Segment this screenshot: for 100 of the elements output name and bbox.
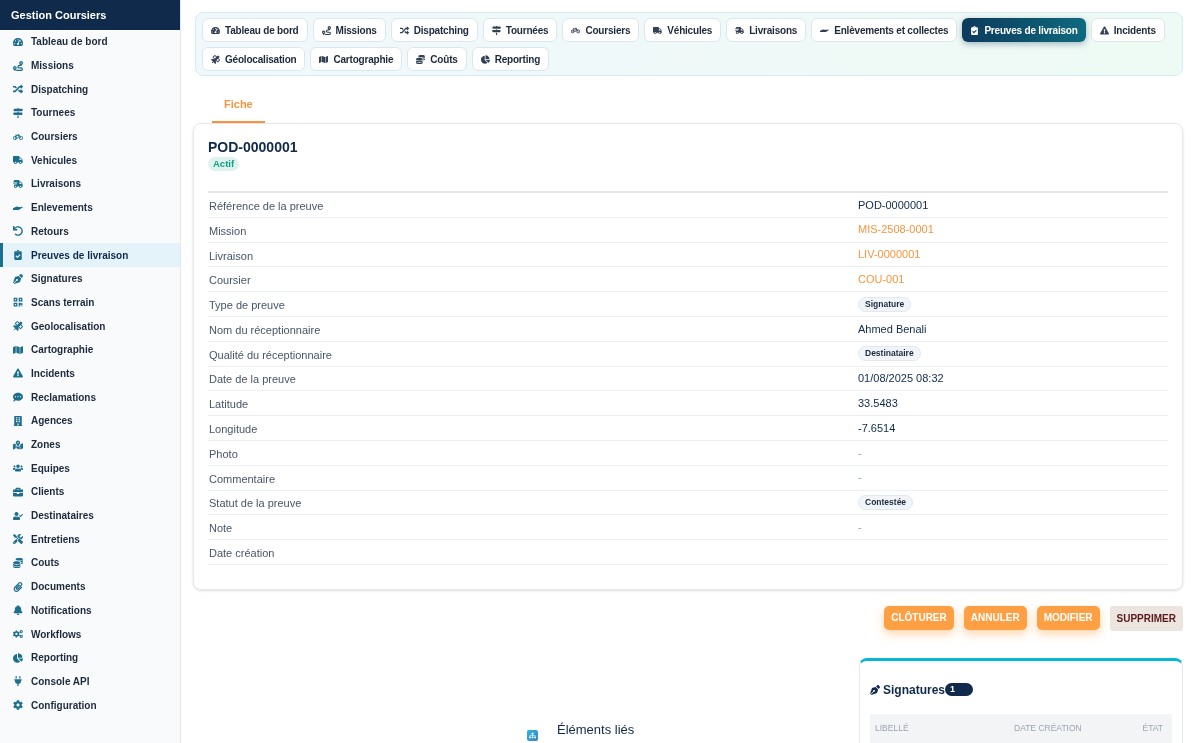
fast-truck-icon [735,25,745,35]
map-icon [13,344,23,355]
sidebar-item[interactable]: Zones [0,432,180,457]
sidebar-item[interactable]: Workflows [0,622,180,646]
sidebar-item[interactable]: Enlevements [0,195,180,220]
plug-icon [13,676,23,687]
module-tab[interactable]: Véhicules [644,18,722,42]
paperclip-icon [13,581,23,592]
sidebar-item[interactable]: Entretiens [0,527,180,552]
field-label: Référence de la preuve [209,199,324,212]
empty-value: - [858,445,862,461]
truck-icon [653,25,663,35]
field-value: POD-0000001 [858,197,929,213]
sidebar-item[interactable]: Signatures [0,266,180,291]
map-marker-icon [13,439,23,450]
route-icon [13,60,23,71]
coins-icon [13,557,23,568]
sidebar-item[interactable]: Geolocalisation [0,314,180,338]
sidebar-item[interactable]: Equipes [0,456,180,481]
field-value: -7.6514 [858,420,896,436]
column-header: ÉTAT [1142,722,1163,735]
module-tab[interactable]: Coursiers [562,18,640,42]
field-label: Mission [209,224,247,237]
module-tab[interactable]: Tournées [482,18,558,42]
undo-icon [13,226,23,237]
field-label: Photo [209,447,238,460]
sidebar-item[interactable]: Configuration [0,693,180,717]
satellite-icon [13,321,23,332]
column-header: DATE CRÉATION [1014,722,1083,735]
field-label: Type de preuve [209,299,285,312]
module-tab[interactable]: Dispatching [390,18,478,42]
empty-value: - [858,520,862,535]
sidebar-item[interactable]: Preuves de livraison [0,243,180,267]
module-tab[interactable]: Preuves de livraison [962,18,1086,42]
module-tab[interactable]: Incidents [1090,18,1165,42]
qr-code-icon [13,297,23,308]
users-icon [13,463,23,474]
field-label: Note [209,522,233,535]
sidebar-item[interactable]: Dispatching [0,77,180,102]
sidebar-item[interactable]: Tournees [0,101,180,125]
empty-value: - [858,470,862,486]
sidebar-item[interactable]: Missions [0,53,180,78]
shuffle-icon [399,25,409,35]
sidebar-item[interactable]: Scans terrain [0,290,180,315]
sidebar-item[interactable]: Incidents [0,361,180,386]
sidebar-item[interactable]: Destinataires [0,503,180,528]
related-title: Éléments liés [557,720,635,739]
signpost-icon [13,107,23,118]
warning-icon [1099,25,1109,35]
settings-icon [13,700,23,711]
sidebar-item[interactable]: Documents [0,574,180,599]
warning-icon [13,368,23,379]
tools-icon [13,534,23,545]
sidebar-item[interactable]: Notifications [0,598,180,623]
coins-icon [416,54,426,64]
clipboard-check-icon [970,25,980,35]
sidebar-item[interactable]: Tableau de bord [0,30,180,54]
sidebar-item[interactable]: Console API [0,669,180,694]
sidebar-item[interactable]: Retours [0,219,180,244]
building-icon [13,415,23,426]
sidebar-item[interactable]: Reporting [0,645,180,670]
sidebar-item[interactable]: Livraisons [0,172,180,196]
chat-icon [13,392,23,403]
shuffle-icon [13,84,23,95]
hand-icon [13,205,23,211]
sidebar-item[interactable]: Couts [0,551,180,575]
field-value: 33.5483 [858,396,898,411]
delete-button[interactable]: SUPPRIMER [1109,605,1183,631]
pie-chart-icon [480,54,490,64]
bicycle-icon [571,25,581,35]
field-value: 01/08/2025 08:32 [858,371,944,387]
hand-icon [820,27,830,33]
module-tab[interactable]: Missions [312,18,386,42]
sidebar-item[interactable]: Reclamations [0,385,180,409]
value-tag: Contestée [858,494,914,510]
sidebar-item[interactable]: Vehicules [0,148,180,173]
truck-icon [13,155,23,166]
module-tab[interactable]: Coûts [407,47,467,71]
sidebar-item[interactable]: Coursiers [0,124,180,149]
module-tab[interactable]: Livraisons [726,18,807,42]
module-tab[interactable]: Enlèvements et collectes [811,18,958,42]
module-tab[interactable]: Tableau de bord [202,18,308,42]
field-value: Ahmed Benali [858,321,927,337]
field-label: Date de la preuve [209,373,296,386]
map-icon [319,54,329,64]
sidebar-item[interactable]: Clients [0,480,180,504]
module-tab[interactable]: Reporting [471,47,550,71]
value-tag: Signature [858,296,912,312]
module-tab[interactable]: Cartographie [310,47,403,71]
sidebar-item[interactable]: Cartographie [0,337,180,362]
module-tab[interactable]: Géolocalisation [202,47,306,71]
satellite-icon [211,54,220,64]
fast-truck-icon [13,178,23,189]
field-label: Date création [209,547,275,560]
clipboard-check-icon [13,250,23,261]
field-label: Latitude [209,398,249,411]
field-label: Livraison [209,249,254,262]
field-label: Nom du réceptionnaire [209,323,321,336]
record-title: POD-0000001 [208,138,299,156]
sidebar-item[interactable]: Agences [0,409,180,433]
